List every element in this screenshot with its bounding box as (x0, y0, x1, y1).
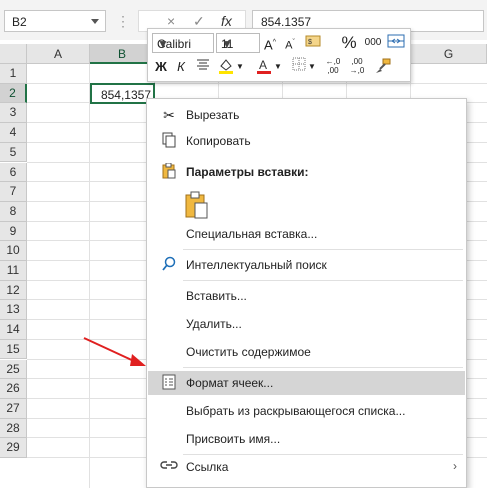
drag-handle-icon[interactable]: ⋮ (116, 13, 130, 29)
row-header-9[interactable]: 9 (0, 221, 27, 242)
percent-icon[interactable]: % (340, 33, 358, 53)
menu-item-label: Специальная вставка... (186, 227, 318, 241)
merge-center-icon[interactable] (386, 33, 406, 53)
clipboard-icon (160, 162, 178, 181)
row-header-4[interactable]: 4 (0, 123, 27, 143)
menu-item-smart-lookup[interactable]: Интеллектуальный поиск (148, 253, 465, 277)
menu-item-insert[interactable]: Вставить... (148, 284, 465, 308)
menu-item-clear-contents[interactable]: Очистить содержимое (148, 340, 465, 364)
menu-separator (183, 249, 463, 250)
cancel-icon[interactable]: × (167, 13, 175, 29)
menu-item-link[interactable]: Ссылка › (148, 455, 465, 479)
chevron-down-icon[interactable] (91, 19, 99, 24)
italic-icon[interactable]: К (172, 57, 190, 77)
menu-item-delete[interactable]: Удалить... (148, 312, 465, 336)
font-name-select[interactable]: Calibri ▼ (152, 33, 214, 53)
row-header-28[interactable]: 28 (0, 418, 27, 439)
row-header-5[interactable]: 5 (0, 142, 27, 163)
row-header-25[interactable]: 25 (0, 359, 27, 380)
column-header-a[interactable]: A (27, 44, 90, 64)
align-center-icon[interactable] (194, 57, 212, 77)
number-format-icon[interactable]: $ (304, 33, 324, 53)
chevron-down-icon: ▼ (157, 37, 169, 51)
row-header-26[interactable]: 26 (0, 379, 27, 399)
menu-separator (183, 367, 463, 368)
mini-toolbar: Calibri ▼ 11 ▼ A^ Aˇ $ % 000 Ж К ▼ A ▼ ▼… (147, 28, 411, 82)
menu-item-label: Параметры вставки: (186, 165, 309, 179)
row-header-27[interactable]: 27 (0, 398, 27, 419)
chevron-down-icon[interactable]: ▼ (236, 57, 244, 77)
menu-item-label: Выбрать из раскрывающегося списка... (186, 404, 406, 418)
borders-icon[interactable] (290, 57, 308, 77)
chevron-down-icon[interactable]: ▼ (274, 57, 282, 77)
formula-value: 854.1357 (261, 15, 312, 29)
name-box[interactable]: B2 (4, 10, 106, 32)
row-header-12[interactable]: 12 (0, 280, 27, 301)
row-header-6[interactable]: 6 (0, 162, 27, 183)
context-menu: ✂ Вырезать Копировать Параметры вставки:… (146, 98, 467, 488)
menu-item-label: Копировать (186, 134, 251, 148)
gridline (89, 64, 90, 488)
menu-item-label: Удалить... (186, 317, 242, 331)
menu-item-format-cells[interactable]: Формат ячеек... (148, 371, 465, 395)
increase-font-icon[interactable]: A^ (262, 33, 278, 53)
font-size-select[interactable]: 11 ▼ (216, 33, 260, 53)
cell-value: 854,1357 (100, 88, 151, 102)
menu-item-label: Очистить содержимое (186, 345, 311, 359)
menu-item-paste-options: Параметры вставки: (148, 160, 465, 184)
menu-item-label: Ссылка (186, 460, 229, 474)
menu-item-paste-special[interactable]: Специальная вставка... (148, 222, 465, 246)
row-header-3[interactable]: 3 (0, 103, 27, 124)
scissors-icon: ✂ (163, 107, 175, 123)
row-header-14[interactable]: 14 (0, 320, 27, 340)
menu-item-label: Вставить... (186, 289, 247, 303)
row-header-13[interactable]: 13 (0, 300, 27, 321)
copy-icon (160, 132, 178, 150)
chevron-right-icon: › (453, 459, 457, 473)
decrease-decimal-icon[interactable]: ,00 →,0 (346, 57, 368, 77)
fill-color-icon[interactable] (216, 57, 236, 77)
bold-icon[interactable]: Ж (152, 57, 170, 77)
menu-item-label: Интеллектуальный поиск (186, 258, 327, 272)
decrease-font-icon[interactable]: Aˇ (282, 33, 298, 53)
column-header-b[interactable]: B (90, 44, 155, 64)
row-header-7[interactable]: 7 (0, 182, 27, 202)
menu-item-label: Присвоить имя... (186, 432, 281, 446)
fx-icon[interactable]: fx (221, 13, 232, 29)
select-all-corner[interactable] (0, 44, 27, 64)
thousands-separator-icon[interactable]: 000 (362, 33, 384, 53)
menu-item-label: Формат ячеек... (186, 376, 274, 390)
column-header-g[interactable]: G (411, 44, 487, 64)
row-header-8[interactable]: 8 (0, 201, 27, 222)
row-header-1[interactable]: 1 (0, 64, 27, 84)
svg-text:A: A (259, 58, 267, 72)
menu-item-define-name[interactable]: Присвоить имя... (148, 427, 465, 451)
svg-text:$: $ (308, 39, 312, 46)
font-color-icon[interactable]: A (254, 57, 274, 77)
row-header-2[interactable]: 2 (0, 83, 27, 104)
menu-item-pick-from-list[interactable]: Выбрать из раскрывающегося списка... (148, 399, 465, 423)
menu-item-label: Вырезать (186, 108, 240, 122)
row-header-29[interactable]: 29 (0, 438, 27, 458)
increase-decimal-icon[interactable]: ←,0,00 (322, 57, 344, 77)
menu-separator (183, 280, 463, 281)
link-icon (160, 458, 178, 476)
paste-option-clipboard-icon[interactable] (185, 191, 211, 219)
red-arrow-annotation (83, 337, 146, 366)
chevron-down-icon: ▼ (221, 37, 233, 51)
menu-item-copy[interactable]: Копировать (148, 129, 465, 153)
row-header-11[interactable]: 11 (0, 261, 27, 281)
name-box-value: B2 (12, 15, 27, 29)
search-icon (160, 256, 178, 274)
menu-item-cut[interactable]: ✂ Вырезать (148, 103, 465, 127)
row-header-15[interactable]: 15 (0, 339, 27, 360)
format-painter-icon[interactable] (372, 57, 394, 77)
row-header-10[interactable]: 10 (0, 241, 27, 261)
chevron-down-icon[interactable]: ▼ (308, 57, 316, 77)
format-cells-icon (160, 374, 178, 392)
